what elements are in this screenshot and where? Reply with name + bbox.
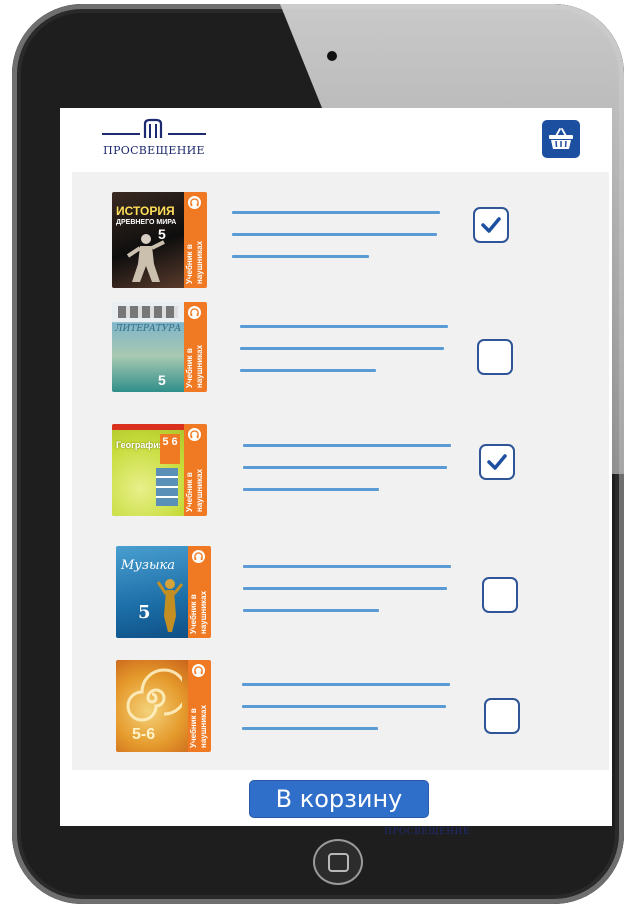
checkmark-icon (487, 454, 507, 470)
headphones-icon (188, 196, 201, 209)
cover-grade: 5 6 (162, 436, 178, 448)
title-placeholder-line (242, 683, 450, 686)
select-checkbox[interactable] (477, 339, 513, 375)
book-cover-music[interactable]: Музыка 5 Учебник в наушниках (116, 546, 211, 638)
title-placeholder-line (240, 347, 444, 350)
band-text: Учебник в наушниках (189, 590, 208, 634)
photo-strip (156, 468, 178, 506)
cover-grade: 5 (158, 226, 166, 242)
cover-grade: 5 (158, 372, 166, 388)
select-checkbox[interactable] (484, 698, 520, 734)
title-placeholder-line (243, 609, 379, 612)
select-checkbox[interactable] (479, 444, 515, 480)
cover-title: Музыка (121, 558, 176, 573)
cover-band: Учебник в наушниках (188, 660, 211, 752)
cover-band: Учебник в наушниках (188, 546, 211, 638)
book-list: ИСТОРИЯ ДРЕВНЕГО МИРА 5 Учебник в наушни… (72, 172, 609, 770)
cover-art: ИСТОРИЯ ДРЕВНЕГО МИРА 5 (112, 192, 184, 288)
band-text: Учебник в наушниках (185, 240, 204, 284)
book-cover-geography[interactable]: География 5 6 Учебник в наушниках (112, 424, 207, 516)
title-placeholder-line (232, 233, 437, 236)
select-checkbox[interactable] (482, 577, 518, 613)
shell-image (126, 668, 182, 722)
cover-grade: 5-6 (132, 726, 156, 743)
app-screen: ПРОСВЕЩЕНИЕ ИСТОРИЯ ДРЕВНЕГО МИРА 5 Учеб… (60, 108, 612, 826)
logo-line-left (102, 133, 140, 135)
cover-grade: 5 (138, 602, 151, 623)
cover-art: Музыка 5 (116, 546, 188, 638)
band-text: Учебник в наушниках (185, 344, 204, 388)
logo-text: ПРОСВЕЩЕНИЕ (103, 144, 205, 157)
select-checkbox[interactable] (473, 207, 509, 243)
title-placeholder-line (242, 705, 446, 708)
cover-top-stripe (112, 424, 184, 430)
statue-image (156, 579, 184, 632)
title-placeholder-line (243, 466, 447, 469)
book-cover-literature[interactable]: ЛИТЕРАТУРА 5 Учебник в наушниках (112, 302, 207, 392)
title-placeholder-line (240, 369, 376, 372)
home-square-icon (327, 852, 349, 872)
checkmark-icon (481, 217, 501, 233)
cover-art: География 5 6 (112, 424, 184, 516)
cover-art: ЛИТЕРАТУРА 5 (112, 302, 184, 392)
book-cover-history[interactable]: ИСТОРИЯ ДРЕВНЕГО МИРА 5 Учебник в наушни… (112, 192, 207, 288)
title-placeholder-line (243, 565, 451, 568)
band-text: Учебник в наушниках (185, 468, 204, 512)
book-cover-art[interactable]: 5-6 Учебник в наушниках (116, 660, 211, 752)
cover-title: ЛИТЕРАТУРА (115, 324, 182, 334)
camera-dot (327, 51, 337, 61)
title-placeholder-line (232, 211, 440, 214)
logo-line-right (168, 133, 206, 135)
grade-box: 5 6 (160, 434, 180, 464)
cover-band: Учебник в наушниках (184, 192, 207, 288)
prosveshchenie-logo: ПРОСВЕЩЕНИЕ (102, 118, 206, 158)
cover-art: 5-6 (116, 660, 188, 752)
cart-button[interactable] (542, 120, 580, 158)
title-placeholder-line (243, 488, 379, 491)
portraits-strip (118, 306, 178, 318)
title-placeholder-line (240, 325, 448, 328)
title-placeholder-line (232, 255, 369, 258)
bezel-brand-text: ПРОСВЕЩЕНИЕ (384, 827, 470, 837)
cover-title: География (116, 440, 165, 450)
cover-title: ИСТОРИЯ (116, 204, 175, 218)
cover-band: Учебник в наушниках (184, 424, 207, 516)
title-placeholder-line (243, 587, 447, 590)
add-to-cart-button[interactable]: В корзину (249, 780, 429, 818)
cover-band: Учебник в наушниках (184, 302, 207, 392)
cover-subtitle: ДРЕВНЕГО МИРА (116, 219, 177, 226)
band-text: Учебник в наушниках (189, 704, 208, 748)
tablet-frame: ПРОСВЕЩЕНИЕ ИСТОРИЯ ДРЕВНЕГО МИРА 5 Учеб… (12, 4, 624, 904)
home-button[interactable] (313, 839, 363, 885)
logo-mark-icon (143, 118, 163, 138)
title-placeholder-line (243, 444, 451, 447)
basket-icon (549, 128, 573, 149)
title-placeholder-line (242, 727, 378, 730)
